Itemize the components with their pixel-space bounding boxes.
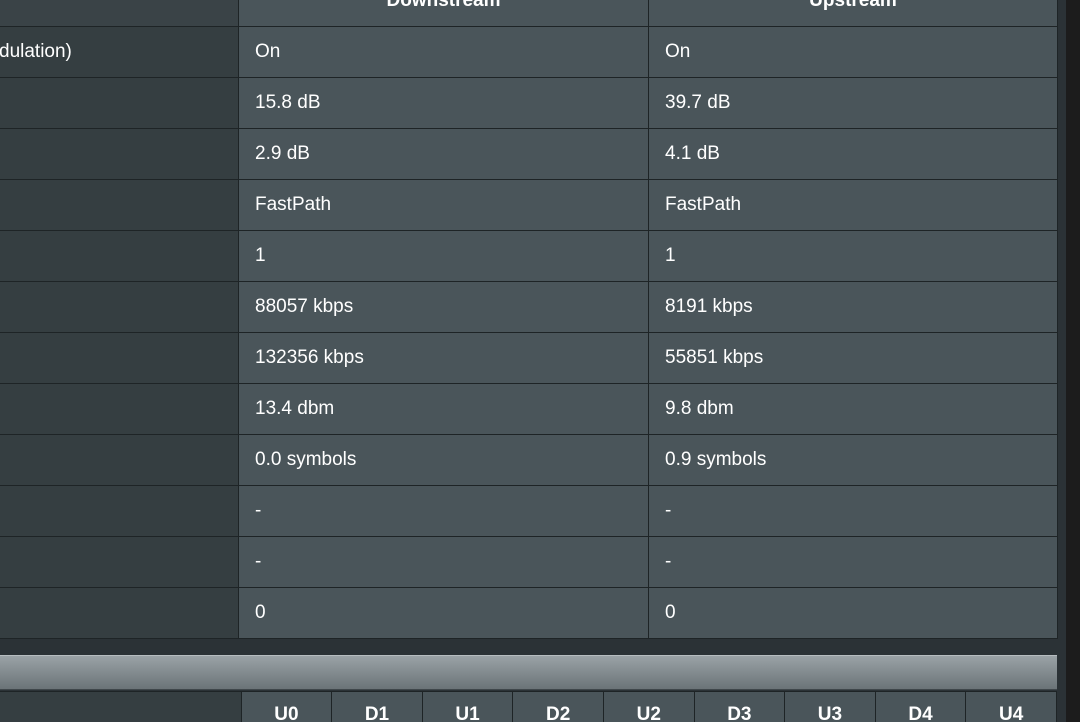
downstream-value: On <box>238 26 649 78</box>
band-header-d2: D2 <box>512 691 604 722</box>
row-label <box>0 281 239 333</box>
row-label: dulation) <box>0 26 239 78</box>
upstream-value: - <box>648 485 1058 537</box>
row-label <box>0 230 239 282</box>
table-row: FastPath FastPath <box>0 179 1058 231</box>
table-row: 15.8 dB 39.7 dB <box>0 77 1058 129</box>
label-column-header <box>0 0 239 27</box>
upstream-value: 0 <box>648 587 1058 639</box>
row-label <box>0 587 239 639</box>
downstream-value: 2.9 dB <box>238 128 649 180</box>
downstream-value: 0 <box>238 587 649 639</box>
upstream-value: 55851 kbps <box>648 332 1058 384</box>
band-label-header <box>0 691 242 722</box>
upstream-value: 9.8 dbm <box>648 383 1058 435</box>
upstream-value: 8191 kbps <box>648 281 1058 333</box>
band-header-d1: D1 <box>331 691 423 722</box>
table-row: 0 0 <box>0 587 1058 639</box>
table-row: dulation) On On <box>0 26 1058 78</box>
upstream-value: 1 <box>648 230 1058 282</box>
row-label <box>0 383 239 435</box>
section-header-bar <box>0 655 1057 690</box>
row-label <box>0 434 239 486</box>
window-edge-bar <box>1066 0 1080 722</box>
downstream-value: 88057 kbps <box>238 281 649 333</box>
downstream-value: 132356 kbps <box>238 332 649 384</box>
band-header-u0: U0 <box>240 691 333 722</box>
table-row: 88057 kbps 8191 kbps <box>0 281 1058 333</box>
downstream-value: 13.4 dbm <box>238 383 649 435</box>
table-row: 1 1 <box>0 230 1058 282</box>
table-row: - - <box>0 485 1058 537</box>
row-label <box>0 536 239 588</box>
downstream-column-header: Downstream <box>238 0 649 27</box>
table-row: 2.9 dB 4.1 dB <box>0 128 1058 180</box>
downstream-value: 1 <box>238 230 649 282</box>
band-header-row: U0 D1 U1 D2 U2 D3 U3 D4 U4 <box>0 691 1057 722</box>
band-header-u2: U2 <box>602 691 695 722</box>
downstream-value: - <box>238 536 649 588</box>
upstream-value: 0.9 symbols <box>648 434 1058 486</box>
downstream-value: 0.0 symbols <box>238 434 649 486</box>
row-label <box>0 179 239 231</box>
band-header-d3: D3 <box>693 691 786 722</box>
band-header-u3: U3 <box>784 691 876 722</box>
line-statistics-table: Downstream Upstream dulation) On On 15.8… <box>0 0 1058 639</box>
row-label <box>0 332 239 384</box>
row-label <box>0 128 239 180</box>
upstream-value: FastPath <box>648 179 1058 231</box>
upstream-value: On <box>648 26 1058 78</box>
table-row: 132356 kbps 55851 kbps <box>0 332 1058 384</box>
dsl-line-statistics-page: Downstream Upstream dulation) On On 15.8… <box>0 0 1080 722</box>
table-header-row: Downstream Upstream <box>0 0 1058 27</box>
upstream-column-header: Upstream <box>648 0 1058 27</box>
row-label <box>0 77 239 129</box>
upstream-value: 4.1 dB <box>648 128 1058 180</box>
row-label <box>0 485 239 537</box>
band-table: U0 D1 U1 D2 U2 D3 U3 D4 U4 <box>0 691 1057 722</box>
downstream-value: - <box>238 485 649 537</box>
downstream-value: FastPath <box>238 179 649 231</box>
band-header-u1: U1 <box>421 691 514 722</box>
downstream-value: 15.8 dB <box>238 77 649 129</box>
band-header-u4: U4 <box>965 691 1057 722</box>
table-row: - - <box>0 536 1058 588</box>
upstream-value: - <box>648 536 1058 588</box>
table-row: 13.4 dbm 9.8 dbm <box>0 383 1058 435</box>
table-row: 0.0 symbols 0.9 symbols <box>0 434 1058 486</box>
upstream-value: 39.7 dB <box>648 77 1058 129</box>
band-header-d4: D4 <box>874 691 967 722</box>
